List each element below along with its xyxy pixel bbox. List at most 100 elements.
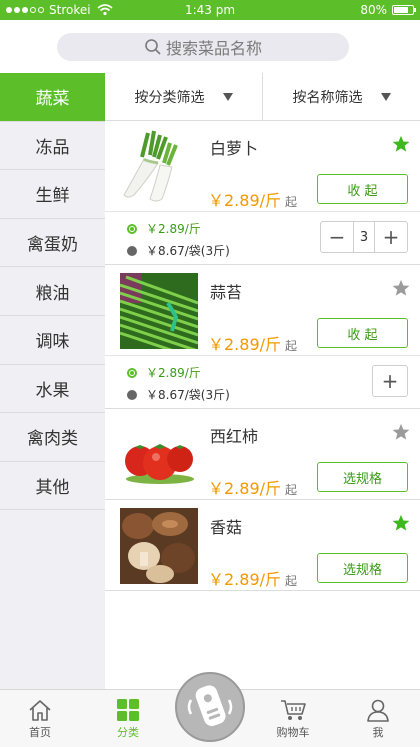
filter-label: 按分类筛选 <box>134 89 205 106</box>
sidebar-item-label: 禽肉类 <box>27 429 78 450</box>
star-icon[interactable] <box>392 423 410 441</box>
product-image-white-radish <box>120 129 198 205</box>
tab-home[interactable]: 首页 <box>0 690 80 747</box>
spec-option[interactable]: ￥8.67/袋(3斤) <box>127 242 230 259</box>
decrease-button[interactable]: − <box>320 221 354 253</box>
voice-order-button[interactable] <box>175 672 245 742</box>
add-button[interactable]: + <box>372 365 408 397</box>
collapse-button[interactable]: 收 起 <box>317 174 408 204</box>
sidebar-item-label: 水果 <box>35 380 70 401</box>
collapse-button[interactable]: 收 起 <box>317 318 408 348</box>
price-value: ￥2.89/斤 <box>208 479 282 498</box>
product-card: 西红柿 ￥2.89/斤起 选规格 <box>105 409 420 500</box>
price-suffix: 起 <box>285 574 298 588</box>
filter-by-name[interactable]: 按名称筛选 <box>262 73 420 120</box>
quantity-value[interactable]: 3 <box>354 221 374 253</box>
user-icon <box>367 699 389 722</box>
category-sidebar: 蔬菜 冻品 生鲜 禽蛋奶 粮油 调味 水果 禽肉类 其他 <box>0 73 105 689</box>
sidebar-item-label: 调味 <box>35 332 70 353</box>
product-price: ￥2.89/斤起 <box>208 566 297 590</box>
tab-me[interactable]: 我 <box>338 690 418 747</box>
spec-option[interactable]: ￥8.67/袋(3斤) <box>127 386 230 403</box>
spec-options: ￥2.89/斤 ￥8.67/袋(3斤) + <box>105 355 420 408</box>
spec-label: ￥2.89/斤 <box>146 222 201 236</box>
product-list: 白萝卜 ￥2.89/斤起 收 起 ￥2.89/斤 ￥8.67/袋(3斤) − 3… <box>105 121 420 591</box>
star-icon[interactable] <box>392 514 410 532</box>
dropdown-triangle-icon <box>222 92 233 101</box>
select-spec-button[interactable]: 选规格 <box>317 553 408 583</box>
sidebar-item-fruit[interactable]: 水果 <box>0 365 105 414</box>
spec-option[interactable]: ￥2.89/斤 <box>127 220 201 237</box>
tab-label: 我 <box>372 726 384 739</box>
product-price: ￥2.89/斤起 <box>208 187 297 211</box>
sidebar-item-eggs-dairy[interactable]: 禽蛋奶 <box>0 219 105 268</box>
select-spec-button[interactable]: 选规格 <box>317 462 408 492</box>
search-placeholder: 搜索菜品名称 <box>165 39 262 58</box>
sidebar-item-grain-oil[interactable]: 粮油 <box>0 267 105 316</box>
price-value: ￥2.89/斤 <box>208 191 282 210</box>
sidebar-item-label: 粮油 <box>35 283 70 304</box>
filter-label: 按名称筛选 <box>292 89 363 106</box>
spec-label: ￥8.67/袋(3斤) <box>146 244 230 258</box>
quantity-stepper: − 3 + <box>320 221 408 253</box>
tab-category[interactable]: 分类 <box>88 690 168 747</box>
product-image-garlic-sprout <box>120 273 198 349</box>
product-price: ￥2.89/斤起 <box>208 475 297 499</box>
tab-label: 分类 <box>117 726 139 739</box>
battery-info: 80% <box>360 3 416 17</box>
radio-selected-icon <box>127 223 137 234</box>
search-icon <box>145 39 161 55</box>
sidebar-item-vegetables[interactable]: 蔬菜 <box>0 73 105 122</box>
cart-icon <box>281 700 306 720</box>
price-suffix: 起 <box>285 195 298 209</box>
tab-label: 购物车 <box>276 726 310 739</box>
home-icon <box>29 700 51 721</box>
product-card: 蒜苔 ￥2.89/斤起 收 起 ￥2.89/斤 ￥8.67/袋(3斤) + <box>105 265 420 409</box>
sidebar-item-poultry-meat[interactable]: 禽肉类 <box>0 413 105 462</box>
category-grid-icon <box>117 699 139 721</box>
radio-selected-icon <box>127 367 137 378</box>
filter-by-category[interactable]: 按分类筛选 <box>105 73 262 120</box>
dropdown-triangle-icon <box>380 92 391 101</box>
spec-label: ￥2.89/斤 <box>146 366 201 380</box>
product-card: 香菇 ￥2.89/斤起 选规格 <box>105 500 420 591</box>
sidebar-item-other[interactable]: 其他 <box>0 462 105 511</box>
price-value: ￥2.89/斤 <box>208 570 282 589</box>
sidebar-item-label: 生鲜 <box>35 186 70 207</box>
sidebar-item-frozen[interactable]: 冻品 <box>0 122 105 171</box>
product-image-tomato <box>120 417 198 493</box>
radio-icon <box>127 245 137 256</box>
sidebar-item-label: 蔬菜 <box>35 89 70 110</box>
product-name: 蒜苔 <box>210 283 243 302</box>
sidebar-item-label: 禽蛋奶 <box>27 235 78 256</box>
sidebar-item-label: 其他 <box>35 478 70 499</box>
price-suffix: 起 <box>285 339 298 353</box>
search-input[interactable]: 搜索菜品名称 <box>57 33 349 61</box>
tab-cart[interactable]: 购物车 <box>253 690 333 747</box>
product-image-shiitake <box>120 508 198 584</box>
spec-label: ￥8.67/袋(3斤) <box>146 388 230 402</box>
sidebar-item-seasoning[interactable]: 调味 <box>0 316 105 365</box>
filter-bar: 按分类筛选 按名称筛选 <box>105 73 420 121</box>
product-price: ￥2.89/斤起 <box>208 331 297 355</box>
tab-label: 首页 <box>29 726 51 739</box>
spec-option[interactable]: ￥2.89/斤 <box>127 364 201 381</box>
price-suffix: 起 <box>285 483 298 497</box>
price-value: ￥2.89/斤 <box>208 335 282 354</box>
clock: 1:43 pm <box>184 3 236 17</box>
product-name: 白萝卜 <box>210 139 259 158</box>
product-card: 白萝卜 ￥2.89/斤起 收 起 ￥2.89/斤 ￥8.67/袋(3斤) − 3… <box>105 121 420 265</box>
search-header: 搜索菜品名称 <box>0 20 420 73</box>
star-icon[interactable] <box>392 279 410 297</box>
voice-order-icon <box>187 685 233 727</box>
product-name: 香菇 <box>210 518 243 537</box>
sidebar-item-label: 冻品 <box>35 137 70 158</box>
battery-percent: 80% <box>360 3 387 17</box>
status-bar: Strokei 1:43 pm 80% <box>0 0 420 20</box>
spec-options: ￥2.89/斤 ￥8.67/袋(3斤) − 3 + <box>105 211 420 264</box>
radio-icon <box>127 389 137 400</box>
sidebar-item-fresh[interactable]: 生鲜 <box>0 170 105 219</box>
product-name: 西红柿 <box>210 427 259 446</box>
star-icon[interactable] <box>392 135 410 153</box>
increase-button[interactable]: + <box>374 221 408 253</box>
